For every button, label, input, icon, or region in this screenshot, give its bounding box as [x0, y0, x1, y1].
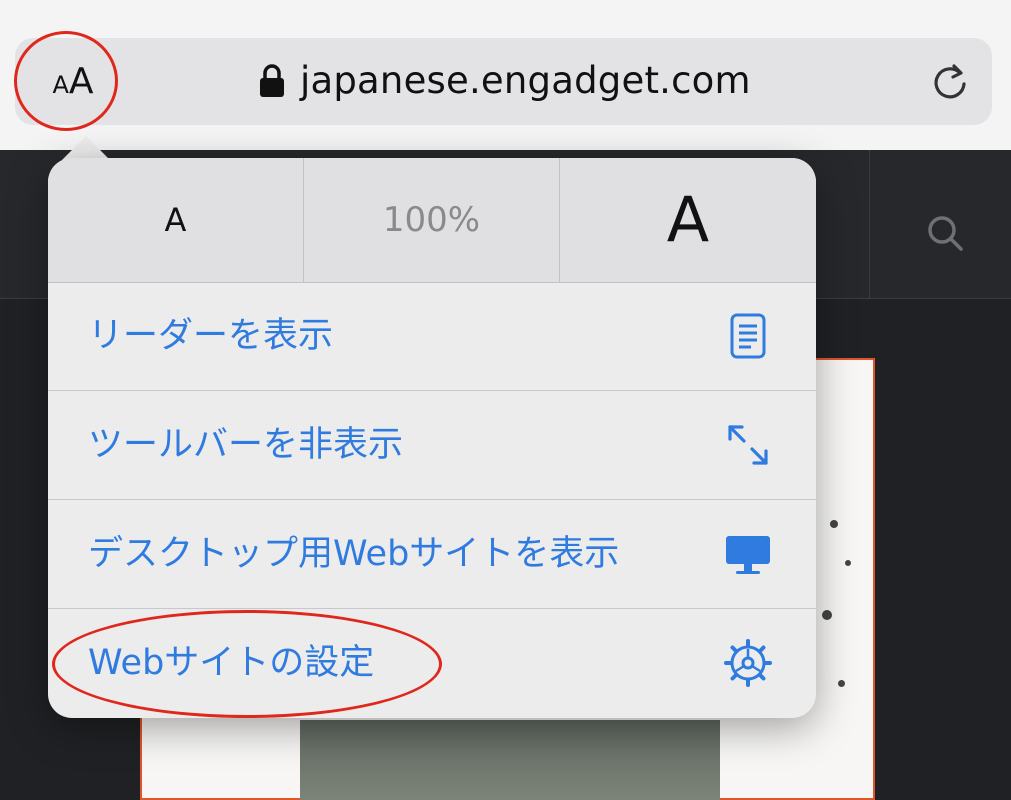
reload-icon[interactable]	[928, 60, 972, 104]
lock-icon	[260, 64, 284, 97]
search-icon[interactable]	[924, 212, 966, 254]
menu-item-label: デスクトップ用Webサイトを表示	[88, 534, 620, 574]
splash-dot	[830, 520, 838, 528]
splash-dot	[822, 610, 832, 620]
reader-icon	[730, 313, 766, 359]
header-divider	[869, 150, 870, 298]
gear-icon	[724, 639, 772, 687]
menu-item-label: リーダーを表示	[88, 316, 334, 356]
decrease-text-size-button[interactable]: A	[48, 158, 303, 282]
splash-dot	[838, 680, 845, 687]
expand-arrows-icon	[728, 425, 768, 465]
menu-item-request-desktop-site[interactable]: デスクトップ用Webサイトを表示	[48, 500, 816, 609]
increase-text-size-button[interactable]: A	[560, 158, 816, 282]
text-size-row: A 100% A	[48, 158, 816, 283]
article-photo	[300, 720, 720, 800]
menu-item-label: ツールバーを非表示	[88, 425, 404, 465]
annotation-circle-aa	[14, 31, 118, 131]
splash-dot	[845, 560, 851, 566]
annotation-circle-website-settings	[52, 610, 442, 718]
menu-item-show-reader[interactable]: リーダーを表示	[48, 282, 816, 391]
zoom-level[interactable]: 100%	[303, 158, 560, 282]
url-text[interactable]: japanese.engadget.com	[300, 56, 751, 106]
popover-arrow	[62, 136, 110, 160]
menu-item-hide-toolbar[interactable]: ツールバーを非表示	[48, 391, 816, 500]
desktop-icon	[726, 536, 770, 574]
